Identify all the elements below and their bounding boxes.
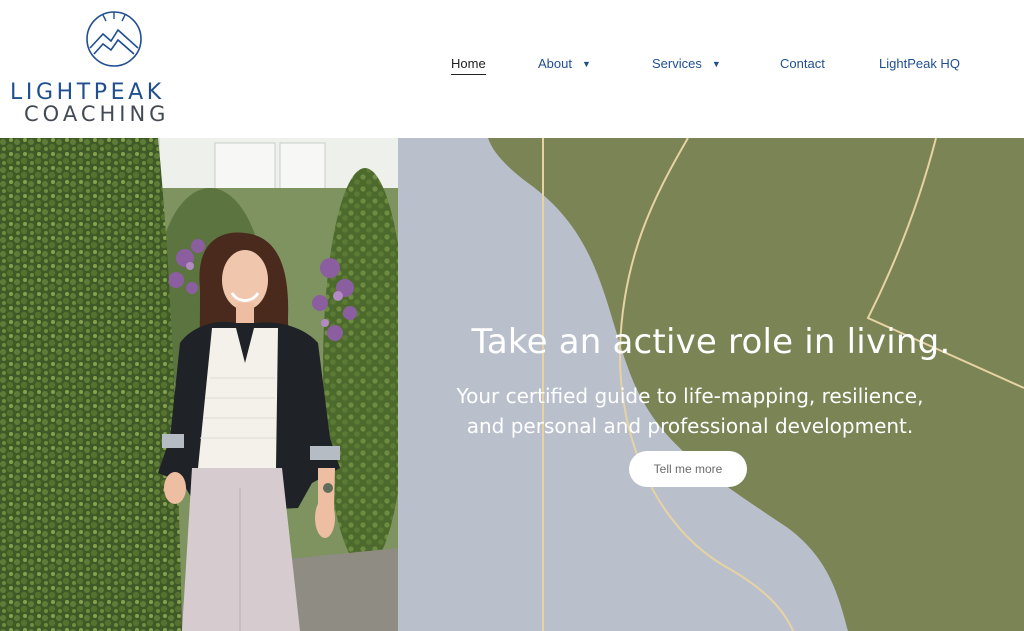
nav-item-services[interactable]: Services ▼ [652, 56, 721, 71]
chevron-down-icon[interactable]: ▼ [712, 59, 721, 69]
nav-item-lightpeak-hq[interactable]: LightPeak HQ [879, 56, 960, 71]
hero-subtitle-line: Your certified guide to life-mapping, re… [456, 384, 924, 408]
nav-item-label: LightPeak HQ [879, 56, 960, 71]
chevron-down-icon[interactable]: ▼ [582, 59, 591, 69]
nav-item-label: Contact [780, 56, 825, 71]
tell-me-more-button[interactable]: Tell me more [629, 451, 747, 487]
hero-subtitle-line: and personal and professional developmen… [466, 414, 914, 438]
nav-item-label: About [538, 56, 572, 71]
nav-item-about[interactable]: About ▼ [538, 56, 591, 71]
hero-title: Take an active role in living. [471, 322, 951, 362]
nav-item-contact[interactable]: Contact [780, 56, 825, 71]
hero-section: Take an active role in living. Your cert… [0, 138, 1024, 631]
nav-item-label: Services [652, 56, 702, 71]
hero-subtitle: Your certified guide to life-mapping, re… [420, 381, 960, 441]
site-header: LIGHTPEAK COACHING Home About ▼ Services ▼… [0, 0, 1024, 138]
nav-item-home[interactable]: Home [451, 56, 486, 75]
logo-wordmark-bottom: COACHING [24, 102, 170, 126]
nav-item-label: Home [451, 56, 486, 75]
main-nav: Home About ▼ Services ▼ Contact LightPeak … [0, 56, 1024, 76]
coach-portrait-image [0, 138, 398, 631]
